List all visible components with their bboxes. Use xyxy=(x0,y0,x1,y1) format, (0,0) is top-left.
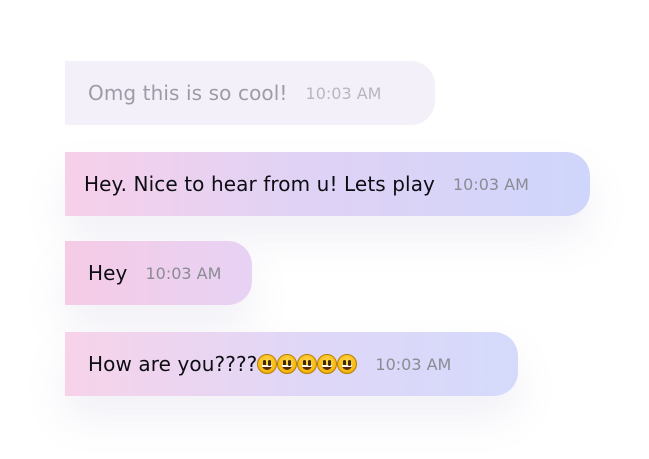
message-bubble[interactable]: Omg this is so cool! 10:03 AM xyxy=(65,61,435,125)
message-timestamp: 10:03 AM xyxy=(305,83,382,103)
message-timestamp: 10:03 AM xyxy=(145,263,222,283)
grinning-face-emoji-icon xyxy=(297,354,318,374)
message-bubble[interactable]: Hey 10:03 AM xyxy=(65,241,252,305)
message-bubble[interactable]: How are you???? 10:03 AM xyxy=(65,332,518,396)
grinning-face-emoji-icon xyxy=(277,354,298,374)
message-text: How are you???? xyxy=(88,352,358,376)
message-text: Hey. Nice to hear from u! Lets play xyxy=(84,172,435,196)
message-text: Omg this is so cool! xyxy=(88,81,288,105)
grinning-face-emoji-icon xyxy=(337,354,358,374)
chat-message-list: Omg this is so cool! 10:03 AM Hey. Nice … xyxy=(0,0,649,459)
message-timestamp: 10:03 AM xyxy=(452,174,529,194)
message-text-content: How are you???? xyxy=(88,352,258,376)
message-timestamp: 10:03 AM xyxy=(375,354,452,374)
grinning-face-emoji-icon xyxy=(317,354,338,374)
grinning-face-emoji-icon xyxy=(257,354,278,374)
message-text: Hey xyxy=(88,261,128,285)
message-bubble[interactable]: Hey. Nice to hear from u! Lets play 10:0… xyxy=(65,152,590,216)
